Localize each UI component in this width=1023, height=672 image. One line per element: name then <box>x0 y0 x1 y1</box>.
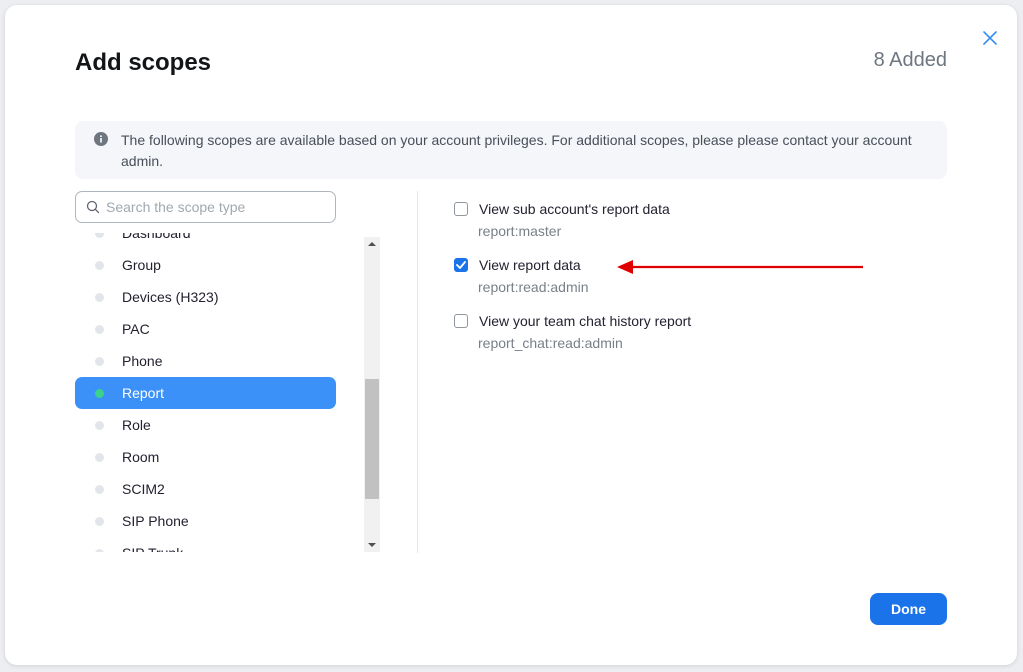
search-input[interactable] <box>106 199 326 215</box>
scope-option: View report data report:read:admin <box>454 257 589 295</box>
scope-name[interactable]: View report data <box>479 257 581 273</box>
status-dot-icon <box>95 420 104 430</box>
scope-type-label: PAC <box>122 321 150 337</box>
scope-type-label: Phone <box>122 353 163 369</box>
close-icon <box>983 31 997 45</box>
scope-type-item[interactable]: SIP Phone <box>75 505 336 537</box>
scope-type-item[interactable]: Devices (H323) <box>75 281 336 313</box>
status-dot-icon <box>95 260 104 270</box>
status-dot-icon <box>95 516 104 526</box>
add-scopes-dialog: Add scopes 8 Added The following scopes … <box>5 5 1017 665</box>
status-dot-icon <box>95 484 104 494</box>
scope-search-field[interactable] <box>75 191 336 223</box>
scope-key: report_chat:read:admin <box>478 335 623 351</box>
scope-key: report:master <box>478 223 562 239</box>
scope-type-item[interactable]: SCIM2 <box>75 473 336 505</box>
scope-type-label: Room <box>122 449 160 465</box>
scope-type-item[interactable]: Report <box>75 377 336 409</box>
scope-type-scrollbar[interactable] <box>364 237 380 552</box>
status-dot-icon <box>95 452 104 462</box>
scope-option: View sub account's report data report:mas… <box>454 201 670 239</box>
scope-type-list-container: Dashboard Group Devices (H323) PAC Phone Repo… <box>75 233 380 552</box>
checkmark-icon <box>456 261 466 269</box>
scroll-thumb[interactable] <box>365 379 379 499</box>
close-button[interactable] <box>979 27 1001 49</box>
status-dot-icon <box>95 292 104 302</box>
scope-key: report:read:admin <box>478 279 589 295</box>
scope-type-list: Dashboard Group Devices (H323) PAC Phone Repo… <box>75 233 336 552</box>
annotation-arrow <box>617 260 863 274</box>
scope-checkbox[interactable] <box>454 202 468 216</box>
scope-type-label: Group <box>122 257 161 273</box>
search-icon <box>86 200 100 214</box>
scope-type-label: SCIM2 <box>122 481 165 497</box>
scope-type-item[interactable]: Room <box>75 441 336 473</box>
status-dot-icon <box>95 356 104 366</box>
scope-checkbox[interactable] <box>454 314 468 328</box>
scope-checkbox[interactable] <box>454 258 468 272</box>
scope-type-item[interactable]: SIP Trunk <box>75 537 336 552</box>
status-dot-icon <box>95 324 104 334</box>
scope-type-label: Devices (H323) <box>122 289 219 305</box>
scope-type-label: Report <box>122 385 165 401</box>
scroll-up-button[interactable] <box>364 237 380 251</box>
done-button[interactable]: Done <box>870 593 947 625</box>
notice-text: The following scopes are available based… <box>121 132 912 169</box>
info-icon <box>94 132 108 146</box>
scope-type-item[interactable]: Dashboard <box>75 233 336 249</box>
scope-type-item[interactable]: Role <box>75 409 336 441</box>
scope-type-label: Dashboard <box>122 233 191 241</box>
scope-type-label: Role <box>122 417 151 433</box>
status-dot-icon <box>95 388 104 398</box>
info-notice: The following scopes are available based… <box>75 121 947 179</box>
status-dot-icon <box>95 233 104 238</box>
arrow-down-icon <box>368 543 376 547</box>
panel-divider <box>417 191 418 553</box>
scope-type-item[interactable]: PAC <box>75 313 336 345</box>
arrow-up-icon <box>368 242 376 246</box>
scope-type-item[interactable]: Phone <box>75 345 336 377</box>
status-dot-icon <box>95 548 104 552</box>
scope-name[interactable]: View sub account's report data <box>479 201 670 217</box>
scope-option: View your team chat history report report… <box>454 313 691 351</box>
scope-type-item[interactable]: Group <box>75 249 336 281</box>
dialog-title: Add scopes <box>75 49 212 76</box>
added-count: 8 Added <box>873 49 947 71</box>
scope-type-label: SIP Phone <box>122 513 189 529</box>
scope-name[interactable]: View your team chat history report <box>479 313 691 329</box>
scroll-down-button[interactable] <box>364 538 380 552</box>
scope-type-label: SIP Trunk <box>122 545 183 552</box>
